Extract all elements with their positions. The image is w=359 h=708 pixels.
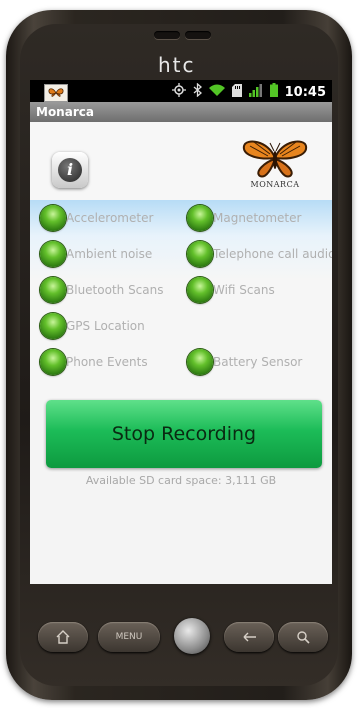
sensor-status-led bbox=[40, 313, 66, 339]
header-area: i MONARCA bbox=[30, 122, 332, 200]
sensor-label: Wifi Scans bbox=[213, 283, 275, 297]
earpiece-speaker bbox=[154, 31, 211, 39]
optical-trackball[interactable] bbox=[174, 618, 210, 654]
sensor-bluetooth-scans[interactable]: Bluetooth Scans bbox=[40, 276, 164, 304]
gps-icon bbox=[171, 83, 186, 101]
sensor-label: Phone Events bbox=[66, 355, 148, 369]
sensor-status-led bbox=[187, 241, 213, 267]
wifi-icon bbox=[208, 84, 225, 101]
sensor-status-led bbox=[40, 241, 66, 267]
sensor-status-led bbox=[187, 277, 213, 303]
app-title: Monarca bbox=[36, 105, 94, 119]
battery-icon bbox=[269, 83, 278, 101]
sensor-label: Bluetooth Scans bbox=[66, 283, 164, 297]
sd-card-space-text: Available SD card space: 3,111 GB bbox=[85, 474, 277, 487]
sdcard-icon bbox=[231, 83, 242, 101]
search-button[interactable] bbox=[278, 622, 328, 652]
sensor-telephone-call-audio[interactable]: Telephone call audio bbox=[187, 240, 332, 268]
sensor-gps-location[interactable]: GPS Location bbox=[40, 312, 145, 340]
screen: 10:45 Monarca i MONARCA Accelerometer Ma… bbox=[30, 80, 332, 584]
sensor-ambient-noise[interactable]: Ambient noise bbox=[40, 240, 152, 268]
sensor-label: Telephone call audio bbox=[213, 247, 332, 261]
home-button[interactable] bbox=[38, 622, 88, 652]
info-button[interactable]: i bbox=[52, 152, 88, 188]
back-icon bbox=[243, 632, 256, 642]
home-icon bbox=[56, 630, 70, 644]
back-button[interactable] bbox=[224, 622, 274, 652]
info-icon: i bbox=[58, 158, 82, 182]
signal-icon bbox=[248, 83, 263, 101]
monarca-notification-icon bbox=[44, 84, 68, 102]
sensor-wifi-scans[interactable]: Wifi Scans bbox=[187, 276, 275, 304]
sensor-status-led bbox=[40, 349, 66, 375]
sensor-label: Battery Sensor bbox=[213, 355, 303, 369]
status-bar: 10:45 bbox=[30, 80, 332, 102]
sensor-panel: Accelerometer Magnetometer Ambient noise… bbox=[30, 200, 332, 400]
sensor-magnetometer[interactable]: Magnetometer bbox=[187, 204, 301, 232]
butterfly-icon bbox=[242, 140, 308, 178]
stop-recording-button[interactable]: Stop Recording bbox=[46, 400, 322, 468]
monarca-logo: MONARCA bbox=[240, 138, 310, 194]
sensor-label: Ambient noise bbox=[66, 247, 153, 261]
sensor-label: GPS Location bbox=[66, 319, 145, 333]
hardware-buttons: MENU bbox=[38, 618, 330, 654]
menu-button[interactable]: MENU bbox=[98, 622, 160, 652]
sensor-accelerometer[interactable]: Accelerometer bbox=[40, 204, 153, 232]
sensor-status-led bbox=[40, 277, 66, 303]
app-title-bar: Monarca bbox=[30, 102, 332, 122]
sensor-battery[interactable]: Battery Sensor bbox=[187, 348, 302, 376]
sensor-label: Magnetometer bbox=[213, 211, 302, 225]
sensor-status-led bbox=[187, 349, 213, 375]
bluetooth-icon bbox=[193, 82, 202, 101]
app-content: i MONARCA Accelerometer Magnetometer Amb… bbox=[30, 122, 332, 584]
search-icon bbox=[297, 631, 310, 644]
sensor-label: Accelerometer bbox=[66, 211, 154, 225]
sensor-status-led bbox=[187, 205, 213, 231]
brand-logo: htc bbox=[158, 53, 196, 77]
logo-text: MONARCA bbox=[250, 180, 300, 189]
sensor-status-led bbox=[40, 205, 66, 231]
sensor-phone-events[interactable]: Phone Events bbox=[40, 348, 148, 376]
status-time: 10:45 bbox=[284, 84, 326, 100]
